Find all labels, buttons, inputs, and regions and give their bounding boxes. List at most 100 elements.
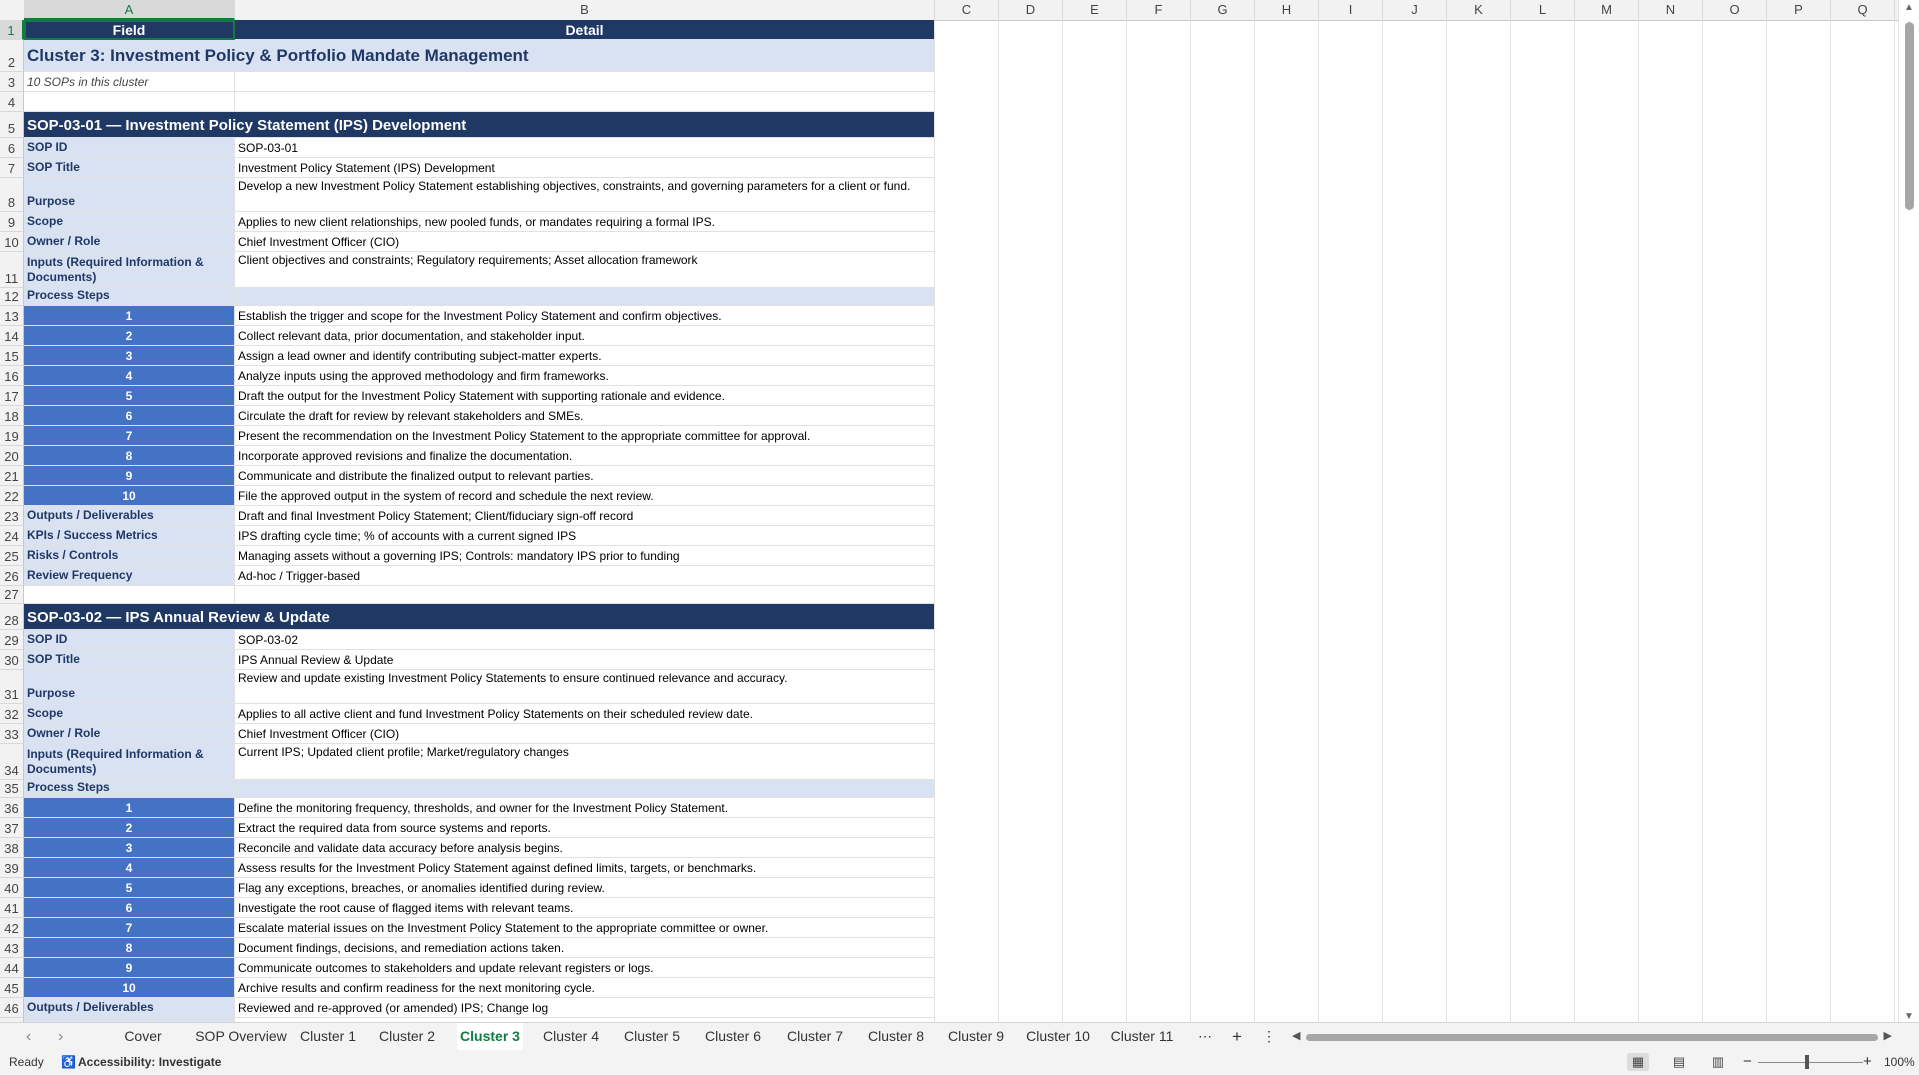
step-number-cell[interactable]: 4 (24, 366, 235, 386)
row-header[interactable]: 21 (0, 466, 24, 486)
column-header-o[interactable]: O (1703, 0, 1767, 20)
sop-section-title[interactable]: SOP-03-01 — Investment Policy Statement … (24, 112, 935, 138)
row-header[interactable]: 30 (0, 650, 24, 670)
normal-view-icon[interactable]: ▦ (1627, 1053, 1649, 1071)
field-value-cell[interactable]: Ad-hoc / Trigger-based (235, 566, 935, 586)
step-text-cell[interactable]: Establish the trigger and scope for the … (235, 306, 935, 326)
field-label-cell[interactable]: Risks / Controls (24, 546, 235, 566)
row-header[interactable]: 46 (0, 998, 24, 1018)
cluster-title-cell[interactable]: Cluster 3: Investment Policy & Portfolio… (24, 40, 935, 72)
row-header[interactable]: 32 (0, 704, 24, 724)
column-header-l[interactable]: L (1511, 0, 1575, 20)
row-header[interactable]: 10 (0, 232, 24, 252)
process-steps-fill[interactable] (235, 288, 935, 306)
row-header[interactable]: 11 (0, 252, 24, 288)
empty-cell[interactable] (24, 586, 235, 604)
process-steps-label[interactable]: Process Steps (24, 780, 235, 798)
step-number-cell[interactable]: 9 (24, 958, 235, 978)
step-number-cell[interactable]: 7 (24, 918, 235, 938)
scroll-up-icon[interactable]: ▲ (1904, 2, 1914, 13)
row-header[interactable]: 9 (0, 212, 24, 232)
more-sheets-icon[interactable]: ⋯ (1196, 1023, 1214, 1050)
row-header[interactable]: 38 (0, 838, 24, 858)
field-value-cell[interactable]: SOP-03-02 (235, 630, 935, 650)
row-header[interactable]: 26 (0, 566, 24, 586)
step-number-cell[interactable]: 5 (24, 878, 235, 898)
field-value-cell[interactable]: Applies to all active client and fund In… (235, 704, 935, 724)
column-header-p[interactable]: P (1767, 0, 1831, 20)
zoom-level[interactable]: 100% (1884, 1055, 1915, 1069)
step-number-cell[interactable]: 10 (24, 486, 235, 506)
process-steps-label[interactable]: Process Steps (24, 288, 235, 306)
prev-sheet-icon[interactable]: ‹ (26, 1023, 31, 1050)
step-number-cell[interactable]: 10 (24, 978, 235, 998)
column-header-b[interactable]: B (235, 0, 935, 20)
column-header-e[interactable]: E (1063, 0, 1127, 20)
column-header-d[interactable]: D (999, 0, 1063, 20)
step-text-cell[interactable]: Flag any exceptions, breaches, or anomal… (235, 878, 935, 898)
row-header[interactable]: 13 (0, 306, 24, 326)
field-label-cell[interactable]: Owner / Role (24, 724, 235, 744)
scroll-right-icon[interactable]: ▶ (1884, 1029, 1892, 1042)
row-header[interactable]: 15 (0, 346, 24, 366)
field-value-cell[interactable]: IPS Annual Review & Update (235, 650, 935, 670)
zoom-out-icon[interactable]: − (1743, 1053, 1752, 1070)
row-header[interactable]: 43 (0, 938, 24, 958)
field-label-cell[interactable]: Scope (24, 212, 235, 232)
step-text-cell[interactable]: Assign a lead owner and identify contrib… (235, 346, 935, 366)
step-text-cell[interactable]: Assess results for the Investment Policy… (235, 858, 935, 878)
step-text-cell[interactable]: Circulate the draft for review by releva… (235, 406, 935, 426)
sheet-tab-cluster-3[interactable]: Cluster 3 (457, 1023, 523, 1053)
spreadsheet-grid[interactable]: ABCDEFGHIJKLMNOPQ 1 Field Detail 2 Cluster 3… (0, 0, 1898, 1022)
next-sheet-icon[interactable]: › (58, 1023, 63, 1050)
row-header[interactable]: 7 (0, 158, 24, 178)
step-text-cell[interactable]: File the approved output in the system o… (235, 486, 935, 506)
step-text-cell[interactable]: Present the recommendation on the Invest… (235, 426, 935, 446)
field-label-cell[interactable]: Outputs / Deliverables (24, 506, 235, 526)
step-text-cell[interactable]: Archive results and confirm readiness fo… (235, 978, 935, 998)
field-value-cell[interactable]: Current IPS; Updated client profile; Mar… (235, 744, 935, 780)
empty-columns-area[interactable] (935, 20, 1898, 1022)
scroll-down-icon[interactable]: ▼ (1904, 1011, 1914, 1022)
zoom-in-icon[interactable]: + (1863, 1053, 1872, 1070)
process-steps-fill[interactable] (235, 780, 935, 798)
field-value-cell[interactable]: Reviewed and re-approved (or amended) IP… (235, 998, 935, 1018)
cluster-subtitle-cell[interactable]: 10 SOPs in this cluster (24, 72, 235, 92)
step-number-cell[interactable]: 3 (24, 346, 235, 366)
row-header[interactable]: 35 (0, 780, 24, 798)
row-header[interactable]: 16 (0, 366, 24, 386)
step-number-cell[interactable]: 1 (24, 798, 235, 818)
row-header[interactable]: 6 (0, 138, 24, 158)
step-number-cell[interactable]: 6 (24, 406, 235, 426)
field-label-cell[interactable]: Outputs / Deliverables (24, 998, 235, 1018)
step-number-cell[interactable]: 3 (24, 838, 235, 858)
row-header[interactable]: 22 (0, 486, 24, 506)
row-header[interactable]: 33 (0, 724, 24, 744)
sheet-tab-sop-overview[interactable]: SOP Overview (179, 1023, 303, 1050)
accessibility-icon[interactable]: ♿ (61, 1055, 76, 1069)
step-text-cell[interactable]: Investigate the root cause of flagged it… (235, 898, 935, 918)
row-header[interactable]: 45 (0, 978, 24, 998)
row-header[interactable]: 36 (0, 798, 24, 818)
step-text-cell[interactable]: Document findings, decisions, and remedi… (235, 938, 935, 958)
row-header[interactable]: 34 (0, 744, 24, 780)
page-break-view-icon[interactable]: ▥ (1707, 1053, 1729, 1071)
sheet-tab-cluster-2[interactable]: Cluster 2 (377, 1023, 437, 1050)
column-header-a[interactable]: A (24, 0, 235, 20)
row-header[interactable]: 25 (0, 546, 24, 566)
empty-cell[interactable] (235, 72, 935, 92)
sheet-tab-cluster-8[interactable]: Cluster 8 (865, 1023, 927, 1050)
field-label-cell[interactable]: Inputs (Required Information & Documents… (24, 744, 235, 780)
field-value-cell[interactable]: Draft and final Investment Policy Statem… (235, 506, 935, 526)
row-header[interactable]: 42 (0, 918, 24, 938)
sheet-tab-cluster-1[interactable]: Cluster 1 (298, 1023, 358, 1050)
column-header-c[interactable]: C (935, 0, 999, 20)
empty-cell[interactable] (24, 92, 235, 112)
step-text-cell[interactable]: Incorporate approved revisions and final… (235, 446, 935, 466)
row-header[interactable]: 2 (0, 40, 24, 72)
sheet-tab-cluster-4[interactable]: Cluster 4 (540, 1023, 602, 1050)
sheet-tab-cluster-11[interactable]: Cluster 11 (1108, 1023, 1176, 1050)
step-number-cell[interactable]: 6 (24, 898, 235, 918)
row-header[interactable]: 20 (0, 446, 24, 466)
sop-section-title[interactable]: SOP-03-02 — IPS Annual Review & Update (24, 604, 935, 630)
